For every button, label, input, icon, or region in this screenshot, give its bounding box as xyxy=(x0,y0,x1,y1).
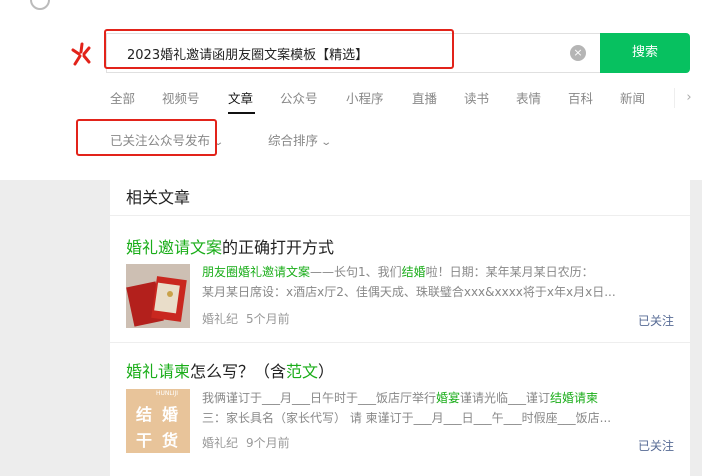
results-card: 相关文章 婚礼邀请文案的正确打开方式 朋友圈婚礼邀请文案——长句1、我们结婚啦！… xyxy=(110,156,690,476)
chevron-down-icon: ⌄ xyxy=(320,137,333,148)
tab-official-accounts[interactable]: 公众号 xyxy=(280,88,318,107)
article-thumbnail-2[interactable]: 结 婚 干 货 HUNLIJI xyxy=(126,389,190,453)
article-snippet-1: 朋友圈婚礼邀请文案——长句1、我们结婚啦！日期：某年某月某日农历： 某月某日席设… xyxy=(202,265,616,299)
active-tab-indicator xyxy=(228,112,255,114)
article-title-2[interactable]: 婚礼请柬怎么写？（含范文） xyxy=(126,358,334,382)
publish-time: 9个月前 xyxy=(246,436,290,450)
article-snippet-2: 我俩谨订于___月___日午时于___饭店厅举行婚宴谨请光临___谨订结婚请柬 … xyxy=(202,391,612,425)
divider xyxy=(110,215,690,216)
article-title-1[interactable]: 婚礼邀请文案的正确打开方式 xyxy=(126,234,334,258)
annotation-box-filter xyxy=(76,119,217,156)
section-title: 相关文章 xyxy=(126,188,191,207)
tab-channels[interactable]: 视频号 xyxy=(162,88,200,107)
filter-sort-label: 综合排序 xyxy=(268,133,319,148)
tab-live[interactable]: 直播 xyxy=(412,88,437,107)
source-name[interactable]: 婚礼纪 xyxy=(202,436,238,450)
source-name[interactable]: 婚礼纪 xyxy=(202,312,238,326)
followed-badge: 已关注 xyxy=(638,314,675,328)
search-button[interactable]: 搜索 xyxy=(600,33,690,73)
tab-articles[interactable]: 文章 xyxy=(228,88,253,107)
tab-encyclopedia[interactable]: 百科 xyxy=(568,88,593,107)
tab-all[interactable]: 全部 xyxy=(110,88,135,107)
tab-stickers[interactable]: 表情 xyxy=(516,88,541,107)
divider xyxy=(110,342,690,343)
thumbnail-brand: HUNLIJI xyxy=(156,390,179,397)
clear-icon[interactable]: × xyxy=(570,45,586,61)
filter-sort-dropdown[interactable]: 综合排序 ⌄ xyxy=(268,130,333,149)
article-meta-1: 婚礼纪 5个月前 xyxy=(202,310,290,327)
article-meta-2: 婚礼纪 9个月前 xyxy=(202,434,290,451)
article-thumbnail-1[interactable] xyxy=(126,264,190,328)
followed-badge: 已关注 xyxy=(638,439,675,453)
tab-mini-programs[interactable]: 小程序 xyxy=(346,88,384,107)
tabs-more-icon[interactable]: › xyxy=(674,88,702,108)
tab-reading[interactable]: 读书 xyxy=(464,88,489,107)
wechat-search-logo-icon[interactable] xyxy=(68,40,96,68)
tab-news[interactable]: 新闻 xyxy=(620,88,645,107)
publish-time: 5个月前 xyxy=(246,312,290,326)
annotation-box-search xyxy=(104,29,454,69)
